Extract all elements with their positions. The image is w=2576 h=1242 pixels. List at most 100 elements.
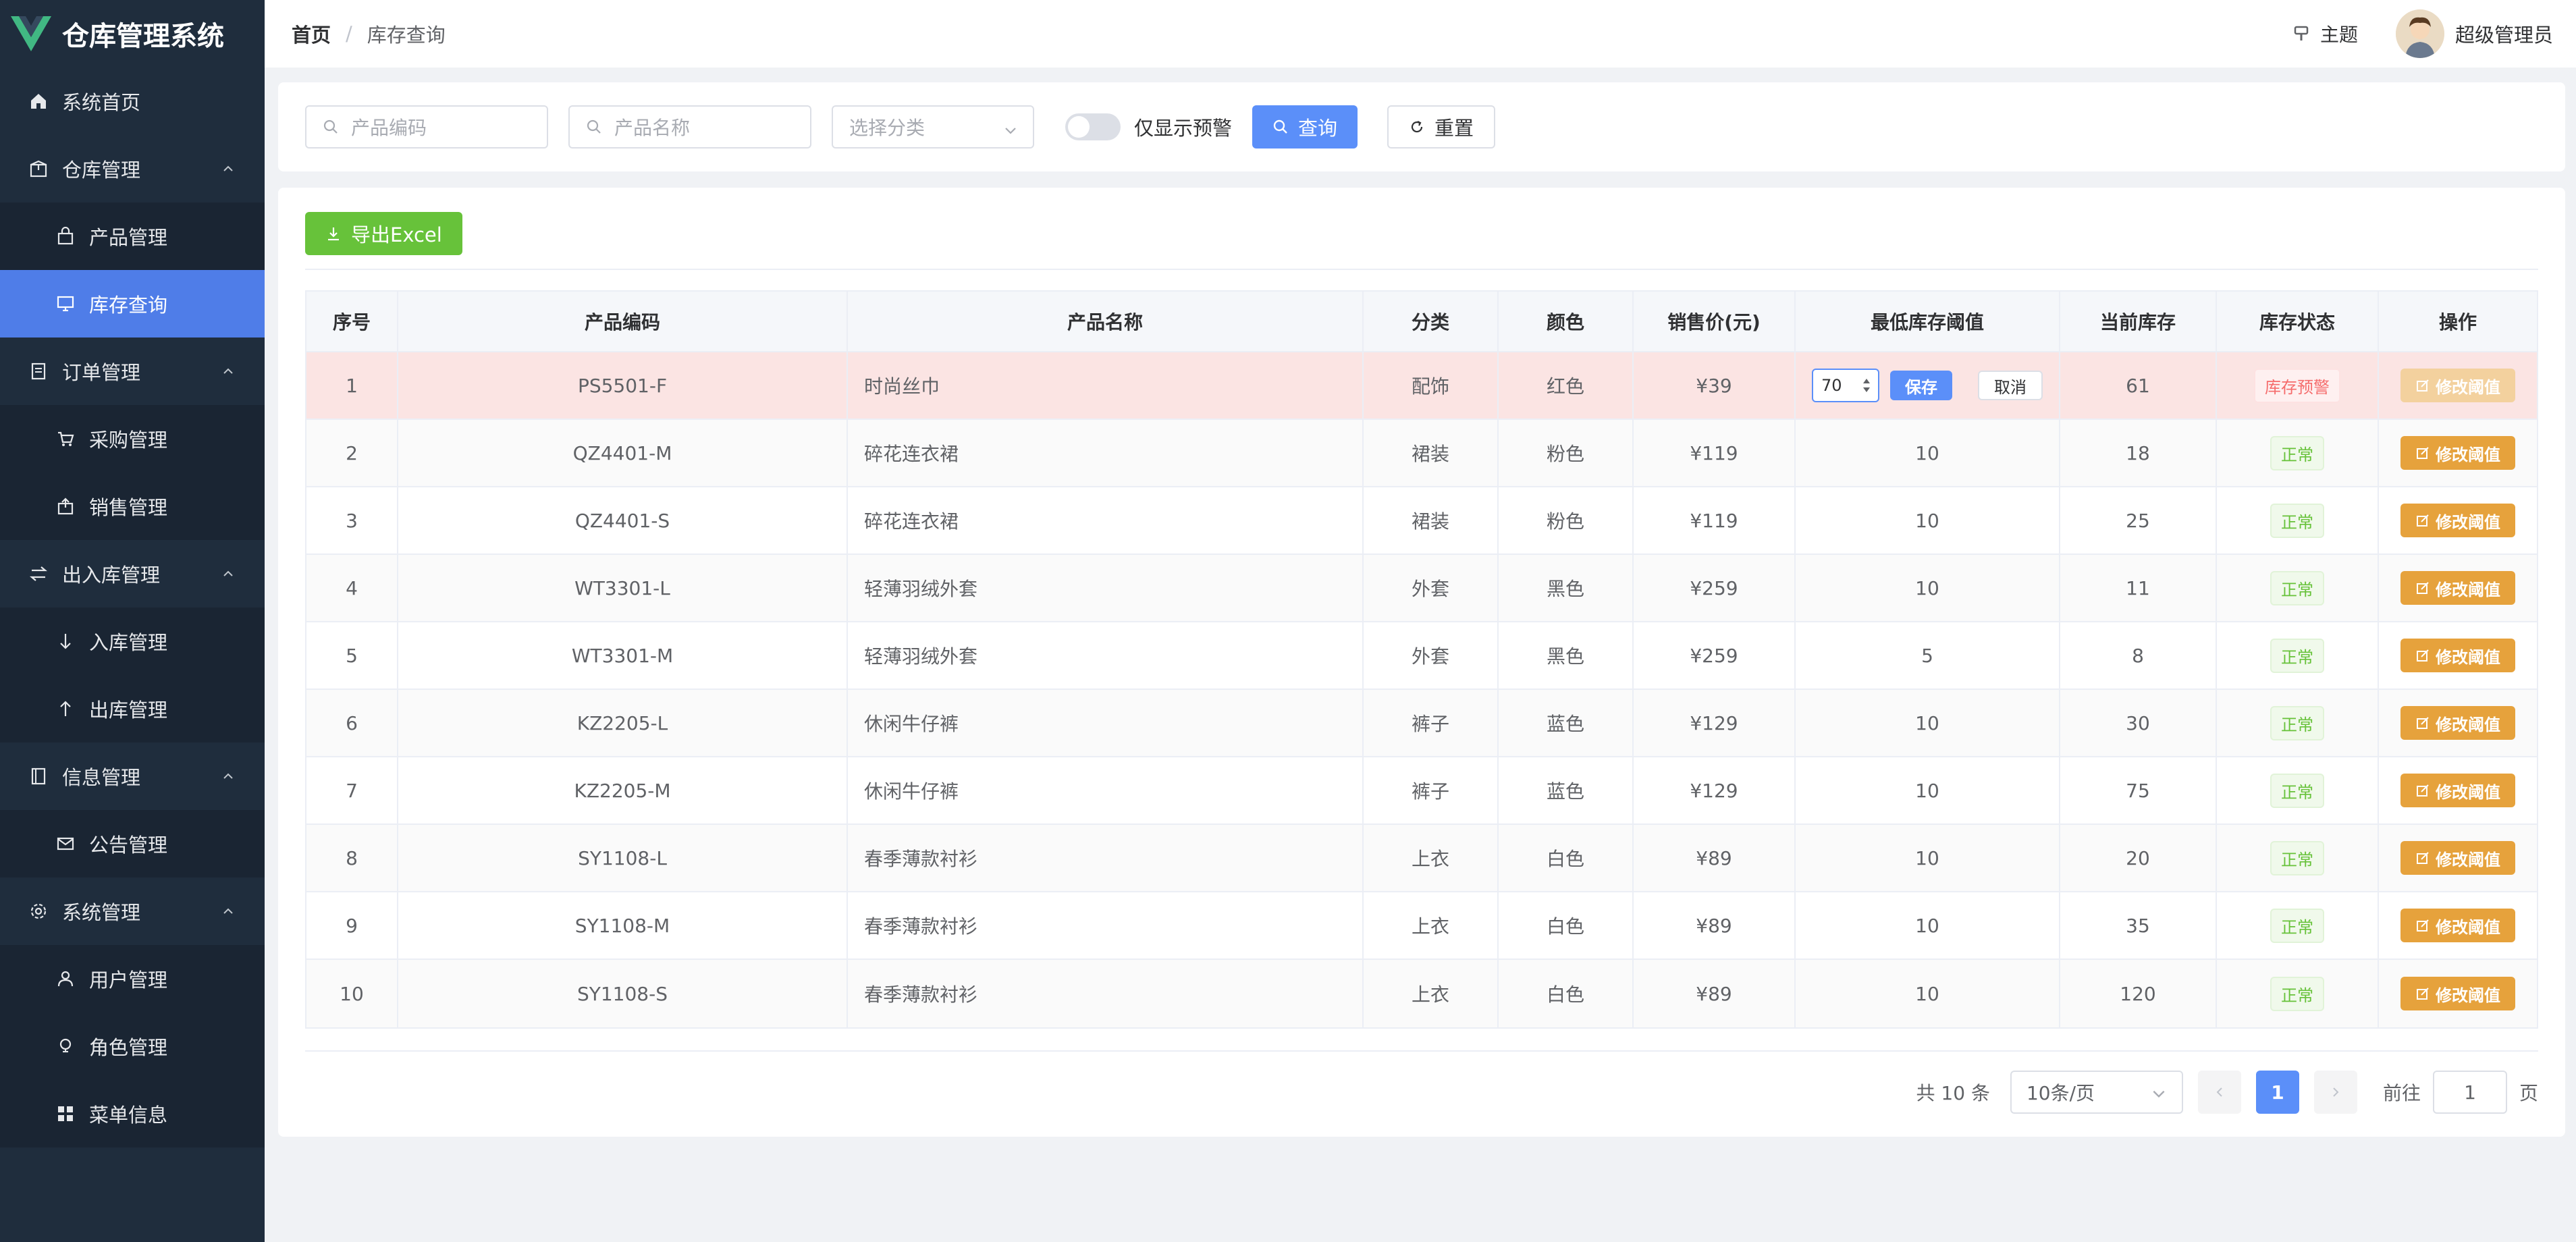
cell-action: 修改阈值 [2379,622,2537,688]
cell-name: 休闲牛仔裤 [848,690,1364,756]
threshold-input[interactable]: 70 [1812,369,1879,402]
cell-code: QZ4401-M [398,420,848,486]
breadcrumb-home[interactable]: 首页 [292,20,331,48]
sidebar-item[interactable]: 角色管理 [0,1013,265,1080]
chevron-right-icon [2333,1087,2339,1097]
status-badge: 正常 [2270,976,2324,1011]
edit-threshold-label: 修改阈值 [2436,647,2500,667]
cell-threshold: 5 [1796,622,2060,688]
cell-stock: 11 [2060,555,2217,621]
sidebar-item[interactable]: 信息管理 [0,742,265,810]
home-icon [27,90,50,113]
edit-threshold-button[interactable]: 修改阈值 [2400,909,2515,942]
page-number[interactable]: 1 [2255,1071,2299,1114]
cell-threshold: 70 保存 取消 [1796,352,2060,418]
cell-status: 正常 [2217,622,2379,688]
cell-action: 修改阈值 [2379,825,2537,891]
product-code-input[interactable]: 产品编码 [305,105,548,148]
stepper-icon[interactable] [1862,377,1871,394]
sidebar-item[interactable]: 用户管理 [0,945,265,1013]
cell-code: SY1108-M [398,892,848,959]
cell-category: 上衣 [1364,892,1499,959]
query-button[interactable]: 查询 [1252,105,1358,148]
sidebar-item[interactable]: 出入库管理 [0,540,265,608]
cell-status: 正常 [2217,420,2379,486]
edit-threshold-button[interactable]: 修改阈值 [2400,977,2515,1010]
page-size-select[interactable]: 10条/页 [2010,1071,2183,1114]
edit-threshold-button[interactable]: 修改阈值 [2400,706,2515,740]
notebook-icon [27,765,50,788]
edit-icon [2415,783,2430,798]
table-row: 9 SY1108-M 春季薄款衬衫 上衣 白色 ¥89 10 35 正常 修改阈值 [306,892,2537,960]
cell-no: 9 [306,892,398,959]
status-badge: 正常 [2270,840,2324,875]
sidebar-item[interactable]: 采购管理 [0,405,265,473]
category-select[interactable]: 选择分类 [832,105,1034,148]
sidebar-item[interactable]: 销售管理 [0,473,265,540]
sidebar-item-label: 销售管理 [89,496,168,519]
cell-threshold: 10 [1796,960,2060,1027]
page-size-value: 10条/页 [2026,1082,2095,1104]
cell-category: 外套 [1364,555,1499,621]
monitor-icon [54,292,77,315]
goto-page-input[interactable]: 1 [2432,1071,2507,1114]
edit-threshold-label: 修改阈值 [2436,512,2500,532]
cart-icon [54,427,77,450]
sidebar-item[interactable]: 公告管理 [0,810,265,878]
save-button[interactable]: 保存 [1890,371,1952,400]
cell-threshold: 10 [1796,825,2060,891]
next-page-button[interactable] [2313,1071,2357,1114]
edit-icon [2415,648,2430,663]
chevron-up-icon [219,767,238,786]
warning-only-toggle[interactable] [1065,113,1121,140]
user-name[interactable]: 超级管理员 [2455,20,2553,48]
sidebar-item[interactable]: 出库管理 [0,675,265,742]
cell-status: 正常 [2217,960,2379,1027]
user-icon [54,967,77,990]
export-excel-button[interactable]: 导出Excel [305,212,462,255]
avatar[interactable] [2395,9,2444,58]
search-icon [586,117,605,136]
cell-code: SY1108-L [398,825,848,891]
status-badge: 正常 [2270,705,2324,740]
sidebar-item-label: 采购管理 [89,429,168,452]
sidebar-item[interactable]: 产品管理 [0,202,265,270]
cell-price: ¥119 [1634,487,1796,554]
reset-button[interactable]: 重置 [1387,105,1496,148]
edit-threshold-button[interactable]: 修改阈值 [2400,436,2515,470]
prev-page-button[interactable] [2197,1071,2241,1114]
cell-color: 白色 [1499,892,1634,959]
sidebar-item[interactable]: 入库管理 [0,608,265,675]
status-badge: 正常 [2270,773,2324,808]
sidebar-item-label: 仓库管理 [62,159,141,182]
cell-color: 黑色 [1499,555,1634,621]
product-name-input[interactable]: 产品名称 [568,105,811,148]
sidebar-item[interactable]: 订单管理 [0,338,265,405]
edit-threshold-button[interactable]: 修改阈值 [2400,504,2515,537]
sidebar-item[interactable]: 库存查询 [0,270,265,338]
edit-threshold-button[interactable]: 修改阈值 [2400,571,2515,605]
cancel-button[interactable]: 取消 [1978,371,2043,400]
sidebar-item[interactable]: 系统首页 [0,68,265,135]
cell-name: 碎花连衣裙 [848,420,1364,486]
sidebar-item[interactable]: 系统管理 [0,878,265,945]
edit-threshold-button[interactable]: 修改阈值 [2400,639,2515,672]
sidebar-item[interactable]: 菜单信息 [0,1080,265,1148]
chevron-down-icon [2151,1084,2167,1100]
sidebar-item[interactable]: 仓库管理 [0,135,265,202]
cell-color: 粉色 [1499,420,1634,486]
cell-category: 配饰 [1364,352,1499,418]
cell-code: PS5501-F [398,352,848,418]
theme-button[interactable]: 主题 [2292,20,2358,47]
edit-threshold-button[interactable]: 修改阈值 [2400,369,2515,402]
cell-category: 裤子 [1364,757,1499,824]
edit-threshold-button[interactable]: 修改阈值 [2400,774,2515,807]
cell-category: 外套 [1364,622,1499,688]
brush-icon [2292,24,2312,44]
sidebar-item-label: 产品管理 [89,226,168,249]
edit-icon [2415,378,2430,393]
cell-name: 轻薄羽绒外套 [848,622,1364,688]
app-title: 仓库管理系统 [62,21,224,52]
search-panel: 产品编码 产品名称 选择分类 仅显示预警 查询 重置 [278,82,2565,171]
edit-threshold-button[interactable]: 修改阈值 [2400,841,2515,875]
